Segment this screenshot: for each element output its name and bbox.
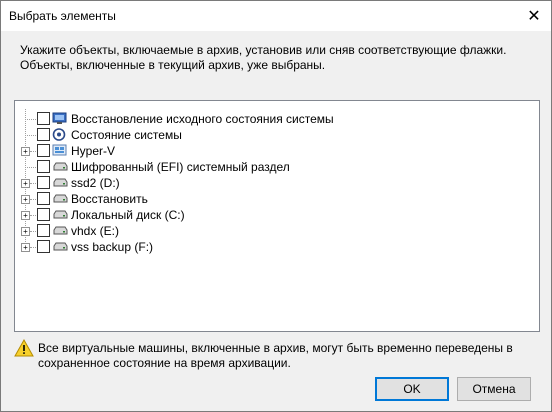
tree-item-ssd2[interactable]: + ssd2 (D:) — [15, 175, 539, 191]
instructions-text: Укажите объекты, включаемые в архив, уст… — [20, 43, 507, 72]
tree-item-label: ssd2 (D:) — [71, 176, 120, 190]
tree-connector — [30, 199, 36, 200]
tree-item-system-state[interactable]: Состояние системы — [15, 127, 539, 143]
system-restore-icon — [52, 112, 67, 124]
close-button[interactable]: ✕ — [517, 1, 551, 31]
tree-item-hyper-v[interactable]: + Hyper-V — [15, 143, 539, 159]
checkbox[interactable] — [37, 112, 50, 125]
drive-icon — [53, 226, 68, 235]
drive-icon — [53, 178, 68, 187]
select-items-dialog: Выбрать элементы ✕ Укажите объекты, вклю… — [0, 0, 552, 412]
cancel-button[interactable]: Отмена — [457, 377, 531, 401]
tree-connector — [30, 215, 36, 216]
drive-icon — [53, 210, 68, 219]
system-state-icon — [52, 128, 66, 141]
expand-icon[interactable]: + — [21, 147, 30, 156]
expand-icon[interactable]: + — [21, 195, 30, 204]
tree-connector — [30, 231, 36, 232]
tree-item-label: vhdx (E:) — [71, 224, 120, 238]
hyper-v-icon — [52, 144, 67, 156]
tree-connector — [30, 183, 36, 184]
tree-item-restore[interactable]: + Восстановить — [15, 191, 539, 207]
expand-icon[interactable]: + — [21, 179, 30, 188]
drive-icon — [53, 242, 68, 251]
checkbox[interactable] — [37, 240, 50, 253]
tree-item-system-restore[interactable]: Восстановление исходного состояния систе… — [15, 111, 539, 127]
checkbox[interactable] — [37, 224, 50, 237]
checkbox[interactable] — [37, 160, 50, 173]
ok-button[interactable]: OK — [375, 377, 449, 401]
tree-item-vss-backup-f[interactable]: + vss backup (F:) — [15, 239, 539, 255]
window-title: Выбрать элементы — [9, 9, 116, 23]
expand-icon[interactable]: + — [21, 227, 30, 236]
tree-connector — [30, 151, 36, 152]
tree-item-label: Состояние системы — [71, 128, 182, 142]
tree-item-label: Восстановить — [71, 192, 148, 206]
checkbox[interactable] — [37, 192, 50, 205]
items-tree[interactable]: Восстановление исходного состояния систе… — [14, 100, 540, 332]
tree-item-label: Шифрованный (EFI) системный раздел — [71, 160, 290, 174]
tree-item-label: Локальный диск (C:) — [71, 208, 185, 222]
drive-icon — [53, 194, 68, 203]
checkbox[interactable] — [37, 176, 50, 189]
tree-connector — [25, 135, 36, 136]
tree-connector — [30, 247, 36, 248]
checkbox[interactable] — [37, 208, 50, 221]
tree-item-label: vss backup (F:) — [71, 240, 154, 254]
tree-item-efi-partition[interactable]: Шифрованный (EFI) системный раздел — [15, 159, 539, 175]
checkbox[interactable] — [37, 144, 50, 157]
warning-icon — [14, 339, 34, 357]
drive-icon — [53, 162, 68, 171]
tree-item-label: Hyper-V — [71, 144, 116, 158]
tree-item-local-disk-c[interactable]: + Локальный диск (C:) — [15, 207, 539, 223]
checkbox[interactable] — [37, 128, 50, 141]
title-bar: Выбрать элементы ✕ — [1, 1, 551, 31]
tree-connector — [25, 119, 36, 120]
tree-item-vhdx-e[interactable]: + vhdx (E:) — [15, 223, 539, 239]
expand-icon[interactable]: + — [21, 211, 30, 220]
expand-icon[interactable]: + — [21, 243, 30, 252]
close-icon: ✕ — [527, 8, 541, 25]
tree-connector — [25, 167, 36, 168]
warning-text: Все виртуальные машины, включенные в арх… — [38, 341, 513, 370]
tree-item-label: Восстановление исходного состояния систе… — [71, 112, 334, 126]
